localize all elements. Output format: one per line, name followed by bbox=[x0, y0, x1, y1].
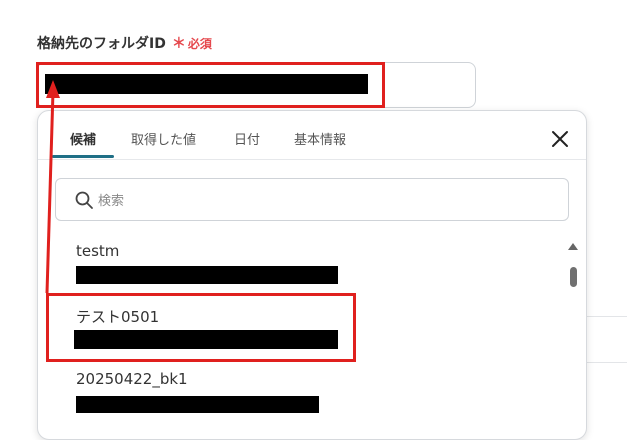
tab-date[interactable]: 日付 bbox=[234, 129, 260, 148]
search-box bbox=[55, 178, 569, 221]
search-icon bbox=[75, 191, 93, 209]
redacted-item-id bbox=[76, 396, 319, 413]
list-item-label: testm bbox=[76, 242, 120, 260]
search-input[interactable] bbox=[96, 187, 540, 215]
background-divider bbox=[587, 316, 627, 317]
tab-basic-info[interactable]: 基本情報 bbox=[294, 129, 346, 148]
required-asterisk: ＊ bbox=[171, 36, 186, 52]
close-button[interactable] bbox=[548, 127, 572, 151]
input-highlight-box bbox=[36, 62, 385, 108]
folder-id-label-text: 格納先のフォルダID bbox=[37, 36, 166, 52]
redacted-item-id bbox=[76, 266, 338, 284]
folder-id-label: 格納先のフォルダID ＊必須 bbox=[37, 33, 212, 53]
suggestion-dropdown: 候補 取得した値 日付 基本情報 testm テスト0501 20250422_… bbox=[37, 110, 587, 440]
scroll-up-arrow-icon[interactable] bbox=[568, 243, 578, 250]
close-icon bbox=[552, 131, 568, 147]
required-text: 必須 bbox=[187, 37, 212, 51]
tab-candidates[interactable]: 候補 bbox=[70, 129, 96, 148]
scrollbar-thumb[interactable] bbox=[570, 267, 577, 287]
dropdown-tabs: 候補 取得した値 日付 基本情報 bbox=[38, 111, 586, 160]
tab-acquired-values[interactable]: 取得した値 bbox=[131, 129, 196, 148]
background-divider bbox=[587, 362, 627, 363]
active-tab-indicator bbox=[52, 155, 114, 158]
list-item-label: 20250422_bk1 bbox=[76, 370, 188, 388]
item-highlight-box bbox=[46, 293, 356, 362]
